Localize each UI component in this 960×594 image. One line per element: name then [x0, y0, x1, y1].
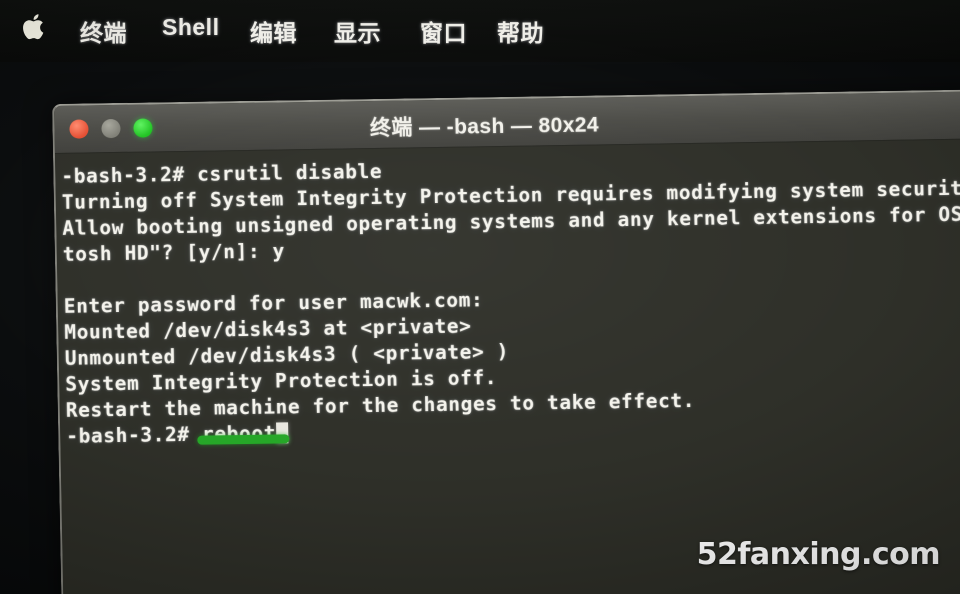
menu-item-terminal[interactable]: 终端 — [80, 14, 127, 48]
menu-bar: 终端 Shell 编辑 显示 窗口 帮助 — [0, 0, 960, 62]
menu-item-view[interactable]: 显示 — [334, 14, 381, 48]
menu-item-help[interactable]: 帮助 — [497, 14, 544, 48]
watermark: 52fanxing.com — [696, 537, 941, 572]
shell-prompt: -bash-3.2# — [66, 422, 203, 448]
terminal-window: 终端 — -bash — 80x24 -bash-3.2# csrutil di… — [52, 88, 960, 594]
terminal-window-frame: 终端 — -bash — 80x24 -bash-3.2# csrutil di… — [52, 88, 960, 594]
menu-item-window[interactable]: 窗口 — [420, 14, 467, 48]
terminal-output-area[interactable]: -bash-3.2# csrutil disable Turning off S… — [54, 138, 960, 594]
menu-item-edit[interactable]: 编辑 — [250, 14, 297, 48]
apple-logo-icon[interactable] — [22, 12, 48, 42]
photo-of-screen: 终端 Shell 编辑 显示 窗口 帮助 终端 — -bash — 80x24 … — [0, 0, 960, 594]
menu-item-shell[interactable]: Shell — [162, 14, 219, 41]
window-title: 终端 — -bash — 80x24 — [369, 113, 600, 141]
green-highlight-annotation — [197, 434, 290, 445]
